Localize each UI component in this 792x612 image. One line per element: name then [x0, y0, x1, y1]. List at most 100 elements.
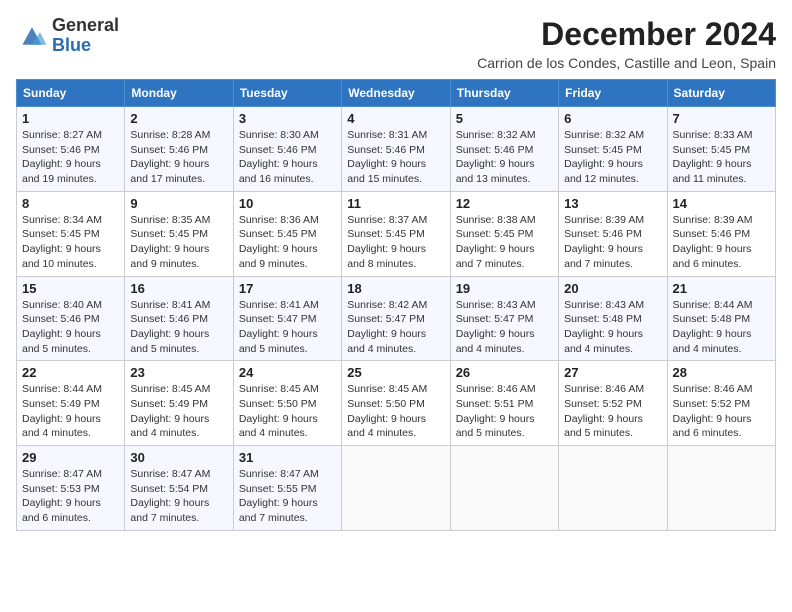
day-number: 9	[130, 196, 227, 211]
day-number: 13	[564, 196, 661, 211]
day-cell: 15 Sunrise: 8:40 AMSunset: 5:46 PMDayligh…	[17, 276, 125, 361]
day-cell	[450, 446, 558, 531]
day-cell: 12 Sunrise: 8:38 AMSunset: 5:45 PMDayligh…	[450, 191, 558, 276]
day-number: 25	[347, 365, 444, 380]
day-number: 31	[239, 450, 336, 465]
day-info: Sunrise: 8:43 AMSunset: 5:47 PMDaylight:…	[456, 298, 553, 357]
day-info: Sunrise: 8:41 AMSunset: 5:47 PMDaylight:…	[239, 298, 336, 357]
day-cell: 31Sunrise: 8:47 AMSunset: 5:55 PMDayligh…	[233, 446, 341, 531]
day-cell: 26Sunrise: 8:46 AMSunset: 5:51 PMDayligh…	[450, 361, 558, 446]
calendar-body: 1 Sunrise: 8:27 AMSunset: 5:46 PMDaylight…	[17, 107, 776, 531]
header-sunday: Sunday	[17, 80, 125, 107]
day-cell: 7 Sunrise: 8:33 AMSunset: 5:45 PMDaylight…	[667, 107, 775, 192]
day-cell: 25Sunrise: 8:45 AMSunset: 5:50 PMDayligh…	[342, 361, 450, 446]
day-info: Sunrise: 8:46 AMSunset: 5:52 PMDaylight:…	[564, 382, 661, 441]
day-number: 5	[456, 111, 553, 126]
day-info: Sunrise: 8:47 AMSunset: 5:54 PMDaylight:…	[130, 467, 227, 526]
day-info: Sunrise: 8:27 AMSunset: 5:46 PMDaylight:…	[22, 128, 119, 187]
day-cell: 22Sunrise: 8:44 AMSunset: 5:49 PMDayligh…	[17, 361, 125, 446]
day-info: Sunrise: 8:40 AMSunset: 5:46 PMDaylight:…	[22, 298, 119, 357]
day-number: 16	[130, 281, 227, 296]
day-cell: 9 Sunrise: 8:35 AMSunset: 5:45 PMDaylight…	[125, 191, 233, 276]
day-cell: 6 Sunrise: 8:32 AMSunset: 5:45 PMDaylight…	[559, 107, 667, 192]
day-number: 18	[347, 281, 444, 296]
header-tuesday: Tuesday	[233, 80, 341, 107]
week-row-4: 22Sunrise: 8:44 AMSunset: 5:49 PMDayligh…	[17, 361, 776, 446]
day-cell: 30Sunrise: 8:47 AMSunset: 5:54 PMDayligh…	[125, 446, 233, 531]
logo-text: General Blue	[52, 16, 119, 56]
day-info: Sunrise: 8:47 AMSunset: 5:53 PMDaylight:…	[22, 467, 119, 526]
day-number: 1	[22, 111, 119, 126]
header-wednesday: Wednesday	[342, 80, 450, 107]
day-info: Sunrise: 8:36 AMSunset: 5:45 PMDaylight:…	[239, 213, 336, 272]
day-info: Sunrise: 8:41 AMSunset: 5:46 PMDaylight:…	[130, 298, 227, 357]
day-number: 15	[22, 281, 119, 296]
day-info: Sunrise: 8:46 AMSunset: 5:52 PMDaylight:…	[673, 382, 770, 441]
day-cell	[559, 446, 667, 531]
day-info: Sunrise: 8:39 AMSunset: 5:46 PMDaylight:…	[673, 213, 770, 272]
day-cell	[342, 446, 450, 531]
day-cell: 11 Sunrise: 8:37 AMSunset: 5:45 PMDayligh…	[342, 191, 450, 276]
day-cell: 19Sunrise: 8:43 AMSunset: 5:47 PMDayligh…	[450, 276, 558, 361]
page-header: General Blue December 2024 Carrion de lo…	[16, 16, 776, 71]
day-cell: 5Sunrise: 8:32 AMSunset: 5:46 PMDaylight…	[450, 107, 558, 192]
header-friday: Friday	[559, 80, 667, 107]
day-cell: 4Sunrise: 8:31 AMSunset: 5:46 PMDaylight…	[342, 107, 450, 192]
subtitle: Carrion de los Condes, Castille and Leon…	[477, 55, 776, 71]
day-cell: 20 Sunrise: 8:43 AMSunset: 5:48 PMDayligh…	[559, 276, 667, 361]
day-number: 20	[564, 281, 661, 296]
day-info: Sunrise: 8:37 AMSunset: 5:45 PMDaylight:…	[347, 213, 444, 272]
day-cell: 2Sunrise: 8:28 AMSunset: 5:46 PMDaylight…	[125, 107, 233, 192]
day-number: 7	[673, 111, 770, 126]
day-info: Sunrise: 8:32 AMSunset: 5:45 PMDaylight:…	[564, 128, 661, 187]
day-number: 27	[564, 365, 661, 380]
day-number: 29	[22, 450, 119, 465]
day-number: 22	[22, 365, 119, 380]
day-number: 12	[456, 196, 553, 211]
day-number: 3	[239, 111, 336, 126]
logo: General Blue	[16, 16, 119, 56]
day-cell	[667, 446, 775, 531]
day-cell: 3 Sunrise: 8:30 AMSunset: 5:46 PMDaylight…	[233, 107, 341, 192]
day-number: 11	[347, 196, 444, 211]
logo-blue-text: Blue	[52, 36, 119, 56]
day-cell: 27 Sunrise: 8:46 AMSunset: 5:52 PMDayligh…	[559, 361, 667, 446]
week-row-2: 8 Sunrise: 8:34 AMSunset: 5:45 PMDaylight…	[17, 191, 776, 276]
day-info: Sunrise: 8:34 AMSunset: 5:45 PMDaylight:…	[22, 213, 119, 272]
calendar-header: SundayMondayTuesdayWednesdayThursdayFrid…	[17, 80, 776, 107]
day-info: Sunrise: 8:38 AMSunset: 5:45 PMDaylight:…	[456, 213, 553, 272]
week-row-1: 1 Sunrise: 8:27 AMSunset: 5:46 PMDaylight…	[17, 107, 776, 192]
day-info: Sunrise: 8:31 AMSunset: 5:46 PMDaylight:…	[347, 128, 444, 187]
day-info: Sunrise: 8:45 AMSunset: 5:49 PMDaylight:…	[130, 382, 227, 441]
day-info: Sunrise: 8:28 AMSunset: 5:46 PMDaylight:…	[130, 128, 227, 187]
day-number: 28	[673, 365, 770, 380]
logo-general-text: General	[52, 16, 119, 36]
day-info: Sunrise: 8:39 AMSunset: 5:46 PMDaylight:…	[564, 213, 661, 272]
title-block: December 2024 Carrion de los Condes, Cas…	[477, 16, 776, 71]
day-number: 8	[22, 196, 119, 211]
day-info: Sunrise: 8:33 AMSunset: 5:45 PMDaylight:…	[673, 128, 770, 187]
day-info: Sunrise: 8:44 AMSunset: 5:48 PMDaylight:…	[673, 298, 770, 357]
day-cell: 17 Sunrise: 8:41 AMSunset: 5:47 PMDayligh…	[233, 276, 341, 361]
day-number: 17	[239, 281, 336, 296]
calendar-table: SundayMondayTuesdayWednesdayThursdayFrid…	[16, 79, 776, 531]
day-cell: 21Sunrise: 8:44 AMSunset: 5:48 PMDayligh…	[667, 276, 775, 361]
logo-icon	[16, 22, 48, 50]
week-row-5: 29 Sunrise: 8:47 AMSunset: 5:53 PMDayligh…	[17, 446, 776, 531]
day-cell: 10Sunrise: 8:36 AMSunset: 5:45 PMDayligh…	[233, 191, 341, 276]
day-info: Sunrise: 8:35 AMSunset: 5:45 PMDaylight:…	[130, 213, 227, 272]
day-number: 14	[673, 196, 770, 211]
day-cell: 1 Sunrise: 8:27 AMSunset: 5:46 PMDaylight…	[17, 107, 125, 192]
day-cell: 13 Sunrise: 8:39 AMSunset: 5:46 PMDayligh…	[559, 191, 667, 276]
day-number: 6	[564, 111, 661, 126]
day-info: Sunrise: 8:43 AMSunset: 5:48 PMDaylight:…	[564, 298, 661, 357]
header-thursday: Thursday	[450, 80, 558, 107]
day-cell: 24Sunrise: 8:45 AMSunset: 5:50 PMDayligh…	[233, 361, 341, 446]
header-monday: Monday	[125, 80, 233, 107]
main-title: December 2024	[477, 16, 776, 53]
day-info: Sunrise: 8:30 AMSunset: 5:46 PMDaylight:…	[239, 128, 336, 187]
header-row: SundayMondayTuesdayWednesdayThursdayFrid…	[17, 80, 776, 107]
day-info: Sunrise: 8:46 AMSunset: 5:51 PMDaylight:…	[456, 382, 553, 441]
day-cell: 28 Sunrise: 8:46 AMSunset: 5:52 PMDayligh…	[667, 361, 775, 446]
day-cell: 14 Sunrise: 8:39 AMSunset: 5:46 PMDayligh…	[667, 191, 775, 276]
